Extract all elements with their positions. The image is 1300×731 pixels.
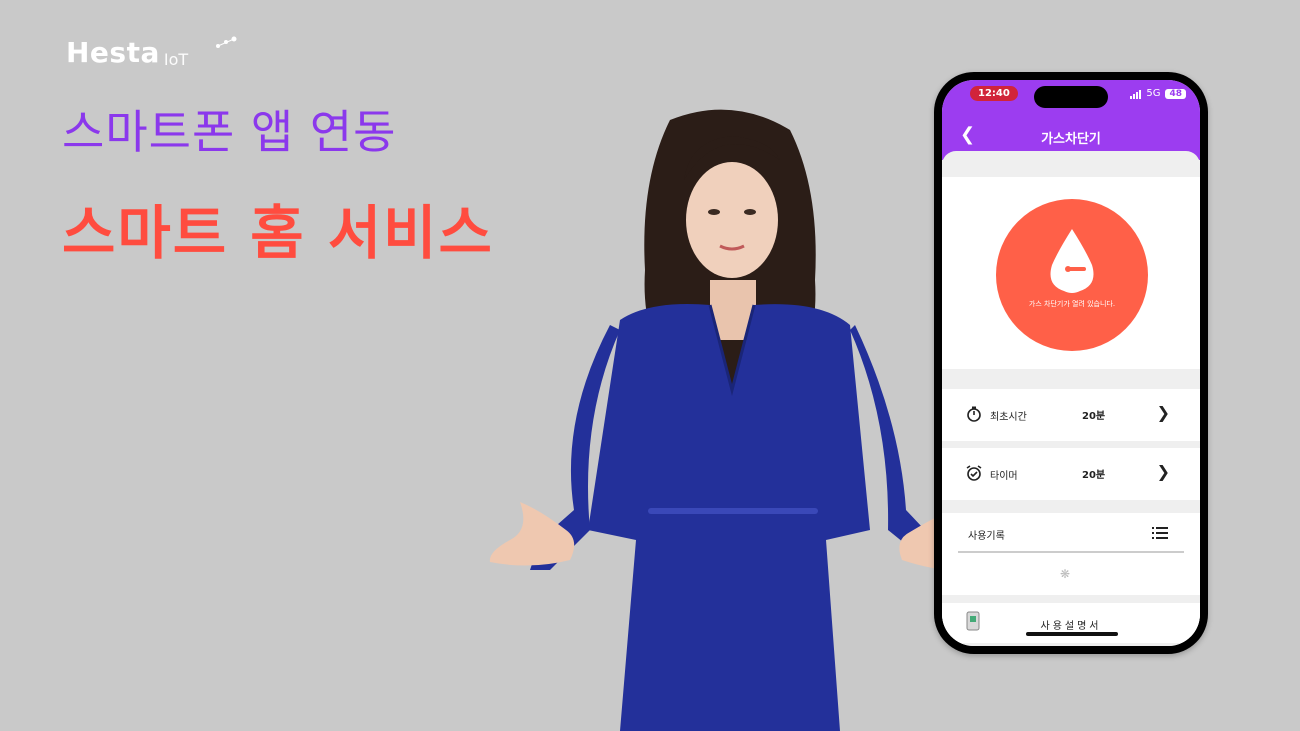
app-header: 12:40 5G 48 ❮ 가스차단기 bbox=[942, 80, 1200, 160]
usage-history: 사용기록 ❋ bbox=[942, 513, 1200, 595]
status-time: 12:40 bbox=[970, 86, 1018, 101]
user-manual-row[interactable]: 사용설명서 bbox=[942, 603, 1200, 643]
headline-line1: 스마트폰 앱 연동 bbox=[62, 105, 397, 159]
gas-valve-toggle[interactable]: 가스 차단기가 열려 있습니다. bbox=[996, 199, 1148, 351]
gas-status-message: 가스 차단기가 열려 있습니다. bbox=[1028, 300, 1116, 308]
battery-icon: 48 bbox=[1165, 88, 1186, 99]
chevron-right-icon: ❯ bbox=[1156, 403, 1170, 422]
smartphone-mockup: 12:40 5G 48 ❮ 가스차단기 가스 차단기가 열려 있습니다. 최초시… bbox=[934, 72, 1208, 654]
brand-dots-icon bbox=[216, 36, 237, 48]
row-value: 20분 bbox=[1082, 411, 1106, 422]
dynamic-island bbox=[1034, 86, 1108, 108]
manual-label: 사용설명서 bbox=[1040, 621, 1102, 632]
spinner-icon: ❋ bbox=[1060, 567, 1071, 581]
chevron-right-icon: ❯ bbox=[1156, 462, 1170, 481]
gas-drop-icon bbox=[1050, 229, 1094, 293]
screen-title: 가스차단기 bbox=[1041, 132, 1101, 147]
row-label: 최초시간 bbox=[990, 412, 1027, 423]
app-screen: 12:40 5G 48 ❮ 가스차단기 가스 차단기가 열려 있습니다. 최초시… bbox=[942, 80, 1200, 646]
row-label: 타이머 bbox=[990, 471, 1018, 482]
signal-icon bbox=[1130, 89, 1142, 99]
divider bbox=[958, 551, 1184, 553]
list-icon[interactable] bbox=[1152, 527, 1168, 539]
network-type: 5G bbox=[1146, 88, 1161, 99]
brand-sub: IoT bbox=[163, 50, 189, 69]
gas-status-card: 가스 차단기가 열려 있습니다. bbox=[942, 177, 1200, 369]
brand-logo: Hesta IoT bbox=[66, 36, 188, 69]
presenter-illustration bbox=[489, 109, 987, 731]
stopwatch-icon bbox=[967, 406, 981, 422]
row-value: 20분 bbox=[1082, 470, 1106, 481]
headline-line2: 스마트 홈 서비스 bbox=[62, 199, 494, 267]
home-indicator[interactable] bbox=[1026, 632, 1118, 636]
history-label: 사용기록 bbox=[968, 531, 1005, 542]
alarm-clock-icon bbox=[966, 465, 982, 481]
row-timer[interactable]: 타이머 20분 ❯ bbox=[942, 448, 1200, 500]
status-indicators: 5G 48 bbox=[1130, 88, 1186, 99]
brand-name: Hesta bbox=[66, 36, 160, 69]
row-initial-time[interactable]: 최초시간 20분 ❯ bbox=[942, 389, 1200, 441]
